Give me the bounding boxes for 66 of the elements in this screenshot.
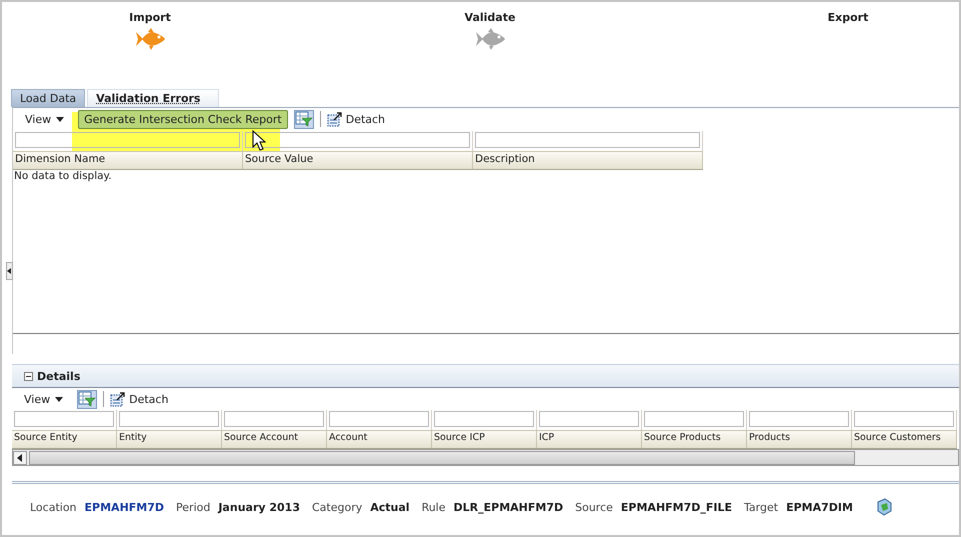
section-title: Details	[37, 370, 80, 382]
info-label: Target	[744, 500, 778, 514]
refresh-icon	[874, 498, 893, 516]
view-menu[interactable]: View	[24, 392, 64, 406]
column-header[interactable]: Source Value	[243, 152, 473, 169]
column-header[interactable]: Source Products	[642, 431, 747, 448]
view-menu[interactable]: View	[25, 112, 64, 126]
detach-icon	[110, 391, 126, 407]
info-link[interactable]: EPMAHFM7D	[84, 500, 164, 514]
column-header[interactable]: Source Customers	[852, 431, 957, 448]
info-value: EPMAHFM7D_FILE	[620, 500, 732, 514]
filter-field[interactable]	[854, 411, 954, 427]
detach-button[interactable]: Detach	[326, 111, 386, 127]
filter-button[interactable]	[294, 110, 314, 128]
filter-field[interactable]	[14, 411, 114, 427]
column-header[interactable]: ICP	[537, 431, 642, 448]
step-label[interactable]: Validate	[464, 11, 516, 24]
filter-field[interactable]	[539, 411, 639, 427]
fish-icon	[134, 28, 166, 52]
collapse-handle[interactable]	[6, 262, 13, 280]
filter-button[interactable]	[77, 390, 98, 408]
info-label: Location	[30, 500, 77, 514]
filter-field[interactable]	[475, 132, 700, 148]
info-value: EPMA7DIM	[786, 500, 853, 514]
filter-field[interactable]	[749, 411, 849, 427]
fish-icon	[474, 28, 506, 52]
filter-field[interactable]	[644, 411, 744, 427]
filter-field[interactable]	[15, 132, 240, 148]
step-label[interactable]: Export	[828, 11, 868, 24]
column-header[interactable]: Source Entity	[12, 431, 117, 448]
caret-icon	[7, 268, 11, 274]
collapse-toggle[interactable]	[24, 372, 33, 380]
scroll-left-icon	[13, 450, 27, 464]
column-header[interactable]: Products	[747, 431, 852, 448]
info-value: DLR_EPMAHFM7D	[454, 500, 564, 514]
empty-message: No data to display.	[13, 170, 113, 182]
info-value: January 2013	[218, 500, 300, 514]
pointer-icon	[252, 130, 266, 152]
step-label[interactable]: Import	[129, 11, 171, 24]
filter-field[interactable]	[329, 411, 429, 427]
filter-icon	[294, 111, 313, 127]
caret-icon	[56, 116, 64, 122]
column-header[interactable]: Description	[473, 152, 703, 169]
column-header[interactable]: Source Account	[222, 431, 327, 448]
info-label: Rule	[422, 500, 446, 514]
filter-icon	[78, 391, 96, 407]
detach-icon	[326, 111, 343, 127]
tab[interactable]: Load Data	[11, 89, 86, 107]
column-header[interactable]: Dimension Name	[13, 152, 243, 169]
filter-field[interactable]	[119, 411, 219, 427]
filter-field[interactable]	[224, 411, 324, 427]
detach-button[interactable]: Detach	[110, 391, 168, 407]
horizontal-scrollbar[interactable]	[12, 449, 959, 466]
column-header[interactable]: Source ICP	[432, 431, 537, 448]
caret-icon	[55, 396, 64, 402]
tab[interactable]: Validation Errors	[87, 89, 220, 107]
info-label: Source	[575, 500, 613, 514]
info-label: Category	[312, 500, 362, 514]
filter-field[interactable]	[245, 132, 470, 148]
filter-field[interactable]	[434, 411, 534, 427]
minus-icon	[24, 372, 33, 380]
report-button[interactable]: Generate Intersection Check Report	[78, 110, 288, 128]
column-header[interactable]: Account	[327, 431, 432, 448]
column-header[interactable]: Entity	[117, 431, 222, 448]
info-label: Period	[176, 500, 210, 514]
info-value: Actual	[370, 500, 410, 514]
